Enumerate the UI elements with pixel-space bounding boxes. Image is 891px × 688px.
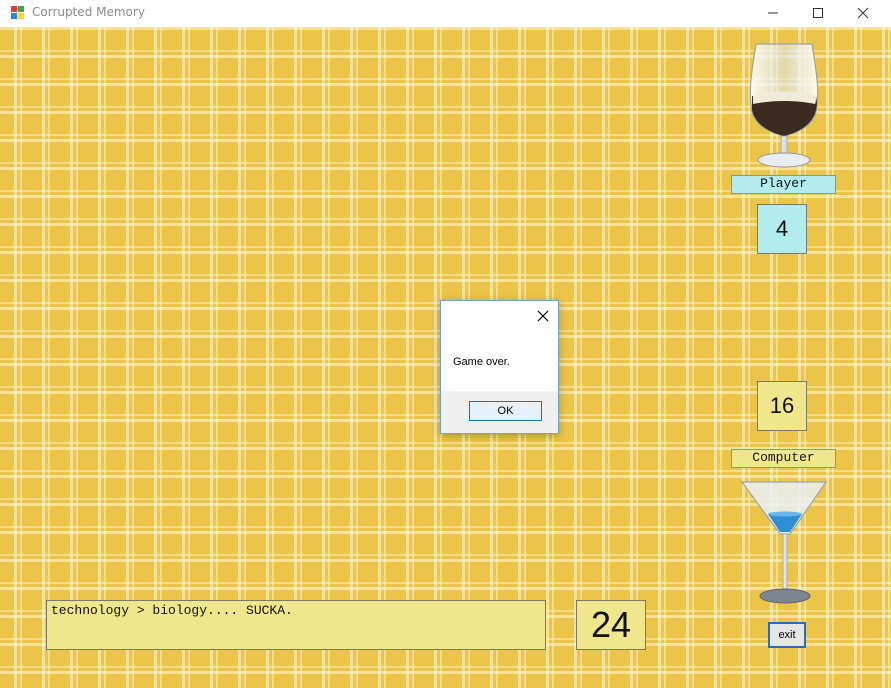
dialog-message: Game over. — [453, 356, 510, 368]
close-icon — [857, 7, 869, 19]
close-icon[interactable] — [536, 309, 550, 323]
maximize-icon — [813, 8, 823, 18]
ok-button[interactable]: OK — [469, 401, 542, 421]
exit-button[interactable]: exit — [768, 622, 806, 648]
player-score: 4 — [757, 204, 807, 254]
minimize-button[interactable] — [750, 0, 796, 27]
maximize-button[interactable] — [795, 0, 841, 27]
close-button[interactable] — [840, 0, 886, 27]
computer-score: 16 — [757, 381, 807, 431]
minimize-icon — [768, 12, 778, 14]
title-bar: Corrupted Memory — [0, 0, 891, 27]
app-icon — [11, 6, 25, 20]
game-over-dialog: Game over. OK — [440, 300, 559, 434]
computer-label: Computer — [731, 449, 836, 468]
player-label: Player — [731, 175, 836, 194]
beer-glass-icon — [749, 43, 819, 168]
martini-glass-icon — [740, 481, 828, 604]
message-box: technology > biology.... SUCKA. — [46, 600, 546, 650]
dialog-footer: OK — [441, 391, 558, 433]
window-title: Corrupted Memory — [32, 5, 145, 19]
remaining-count: 24 — [576, 600, 646, 650]
